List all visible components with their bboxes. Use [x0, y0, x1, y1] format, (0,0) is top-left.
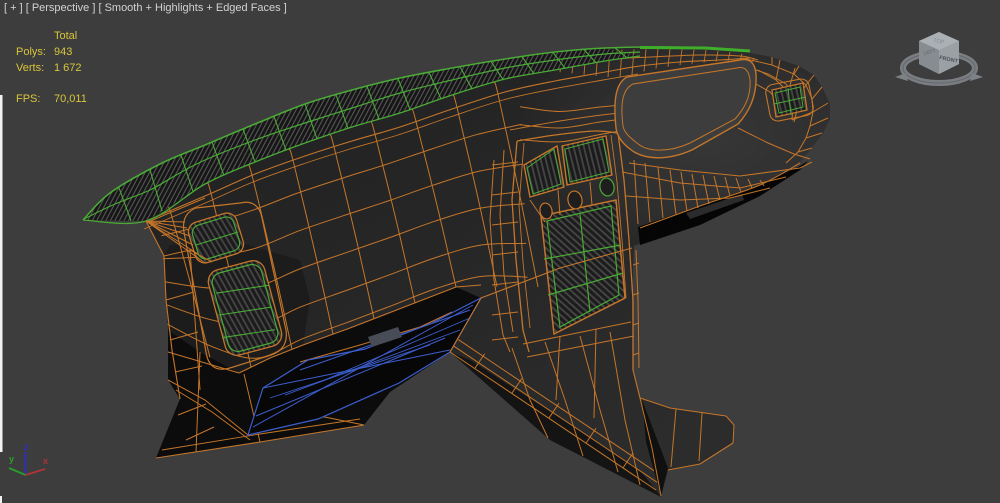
svg-text:y: y	[9, 454, 14, 464]
svg-text:z: z	[24, 442, 29, 452]
svg-text:x: x	[43, 456, 48, 466]
